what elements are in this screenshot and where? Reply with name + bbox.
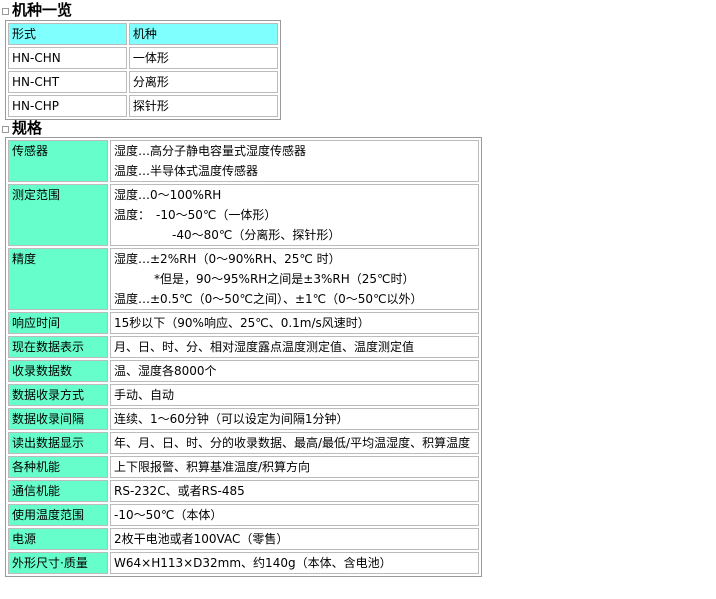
spec-value: 温、湿度各8000个 (110, 360, 479, 382)
header-cell-form: 形式 (8, 23, 127, 45)
spec-value-line: 温度…半导体式温度传感器 (114, 164, 259, 178)
model-code: HN-CHN (8, 47, 127, 69)
section-marker-icon (2, 126, 9, 133)
spec-title: 规格 (12, 119, 43, 137)
model-type: 一体形 (128, 47, 278, 69)
spec-label: 传感器 (8, 140, 108, 182)
model-code: HN-CHT (8, 71, 127, 93)
spec-label: 收录数据数 (8, 360, 108, 382)
spec-label: 读出数据显示 (8, 432, 108, 454)
models-heading: 机种一览 (0, 1, 72, 19)
spec-label: 各种机能 (8, 456, 108, 478)
table-row: HN-CHT 分离形 (8, 71, 278, 93)
spec-value: 连续、1～60分钟（可以设定为间隔1分钟） (110, 408, 479, 430)
spec-value-line: 湿度…±2%RH（0～90%RH、25℃ 时） (114, 252, 341, 266)
spec-value-line: 湿度…高分子静电容量式湿度传感器 (114, 144, 307, 158)
models-title: 机种一览 (12, 1, 73, 19)
spec-value-line: 温度： -10～50℃（一体形） (114, 208, 277, 222)
table-row: 读出数据显示 年、月、日、时、分的收录数据、最高/最低/平均温湿度、积算温度 (8, 432, 479, 454)
model-code: HN-CHP (8, 95, 127, 117)
section-marker-icon (2, 8, 9, 15)
header-cell-model: 机种 (128, 23, 278, 45)
spec-label: 测定范围 (8, 184, 108, 246)
table-row: 数据收录间隔 连续、1～60分钟（可以设定为间隔1分钟） (8, 408, 479, 430)
spec-label: 精度 (8, 248, 108, 310)
spec-value: 年、月、日、时、分的收录数据、最高/最低/平均温湿度、积算温度 (110, 432, 479, 454)
spec-heading: 规格 (0, 119, 42, 137)
table-row: 各种机能 上下限报警、积算基准温度/积算方向 (8, 456, 479, 478)
spec-label: 数据收录间隔 (8, 408, 108, 430)
spec-value: 15秒以下（90%响应、25℃、0.1m/s风速时） (110, 312, 479, 334)
table-row: 现在数据表示 月、日、时、分、相对湿度露点温度测定值、温度测定值 (8, 336, 479, 358)
table-row: HN-CHP 探针形 (8, 95, 278, 117)
spec-value-line: -40～80℃（分离形、探针形） (172, 228, 341, 242)
spec-value-line: 温度…±0.5℃（0～50℃之间）、±1℃（0～50℃以外） (114, 292, 423, 306)
spec-value: 湿度…高分子静电容量式湿度传感器 温度…半导体式温度传感器 (110, 140, 479, 182)
table-row: 电源 2枚干电池或者100VAC（零售） (8, 528, 479, 550)
table-row: 响应时间 15秒以下（90%响应、25℃、0.1m/s风速时） (8, 312, 479, 334)
table-row: 外形尺寸·质量 W64×H113×D32mm、约140g（本体、含电池） (8, 552, 479, 574)
table-row: 测定范围 湿度…0～100%RH 温度： -10～50℃（一体形） -40～80… (8, 184, 479, 246)
spec-value: W64×H113×D32mm、约140g（本体、含电池） (110, 552, 479, 574)
spec-value: 月、日、时、分、相对湿度露点温度测定值、温度测定值 (110, 336, 479, 358)
spec-value-line: 湿度…0～100%RH (114, 188, 222, 202)
spec-value: RS-232C、或者RS-485 (110, 480, 479, 502)
table-row: 使用温度范围 -10～50℃（本体） (8, 504, 479, 526)
table-row: HN-CHN 一体形 (8, 47, 278, 69)
spec-value: -10～50℃（本体） (110, 504, 479, 526)
spec-value: 手动、自动 (110, 384, 479, 406)
model-type: 分离形 (128, 71, 278, 93)
spec-value: 湿度…0～100%RH 温度： -10～50℃（一体形） -40～80℃（分离形… (110, 184, 479, 246)
models-table: 形式 机种 HN-CHN 一体形 HN-CHT 分离形 HN-CHP 探针形 (5, 20, 281, 120)
spec-value: 湿度…±2%RH（0～90%RH、25℃ 时） *但是，90～95%RH之间是±… (110, 248, 479, 310)
spec-label: 使用温度范围 (8, 504, 108, 526)
model-type: 探针形 (128, 95, 278, 117)
spec-value: 上下限报警、积算基准温度/积算方向 (110, 456, 479, 478)
spec-label: 现在数据表示 (8, 336, 108, 358)
spec-value: 2枚干电池或者100VAC（零售） (110, 528, 479, 550)
table-row: 收录数据数 温、湿度各8000个 (8, 360, 479, 382)
table-row: 精度 湿度…±2%RH（0～90%RH、25℃ 时） *但是，90～95%RH之… (8, 248, 479, 310)
table-row: 传感器 湿度…高分子静电容量式湿度传感器 温度…半导体式温度传感器 (8, 140, 479, 182)
spec-label: 电源 (8, 528, 108, 550)
table-row: 数据收录方式 手动、自动 (8, 384, 479, 406)
spec-label: 外形尺寸·质量 (8, 552, 108, 574)
table-row: 通信机能 RS-232C、或者RS-485 (8, 480, 479, 502)
spec-value-line: *但是，90～95%RH之间是±3%RH（25℃时） (154, 272, 415, 286)
spec-label: 响应时间 (8, 312, 108, 334)
spec-label: 数据收录方式 (8, 384, 108, 406)
spec-table: 传感器 湿度…高分子静电容量式湿度传感器 温度…半导体式温度传感器 测定范围 湿… (5, 137, 482, 577)
spec-label: 通信机能 (8, 480, 108, 502)
table-header-row: 形式 机种 (8, 23, 278, 45)
